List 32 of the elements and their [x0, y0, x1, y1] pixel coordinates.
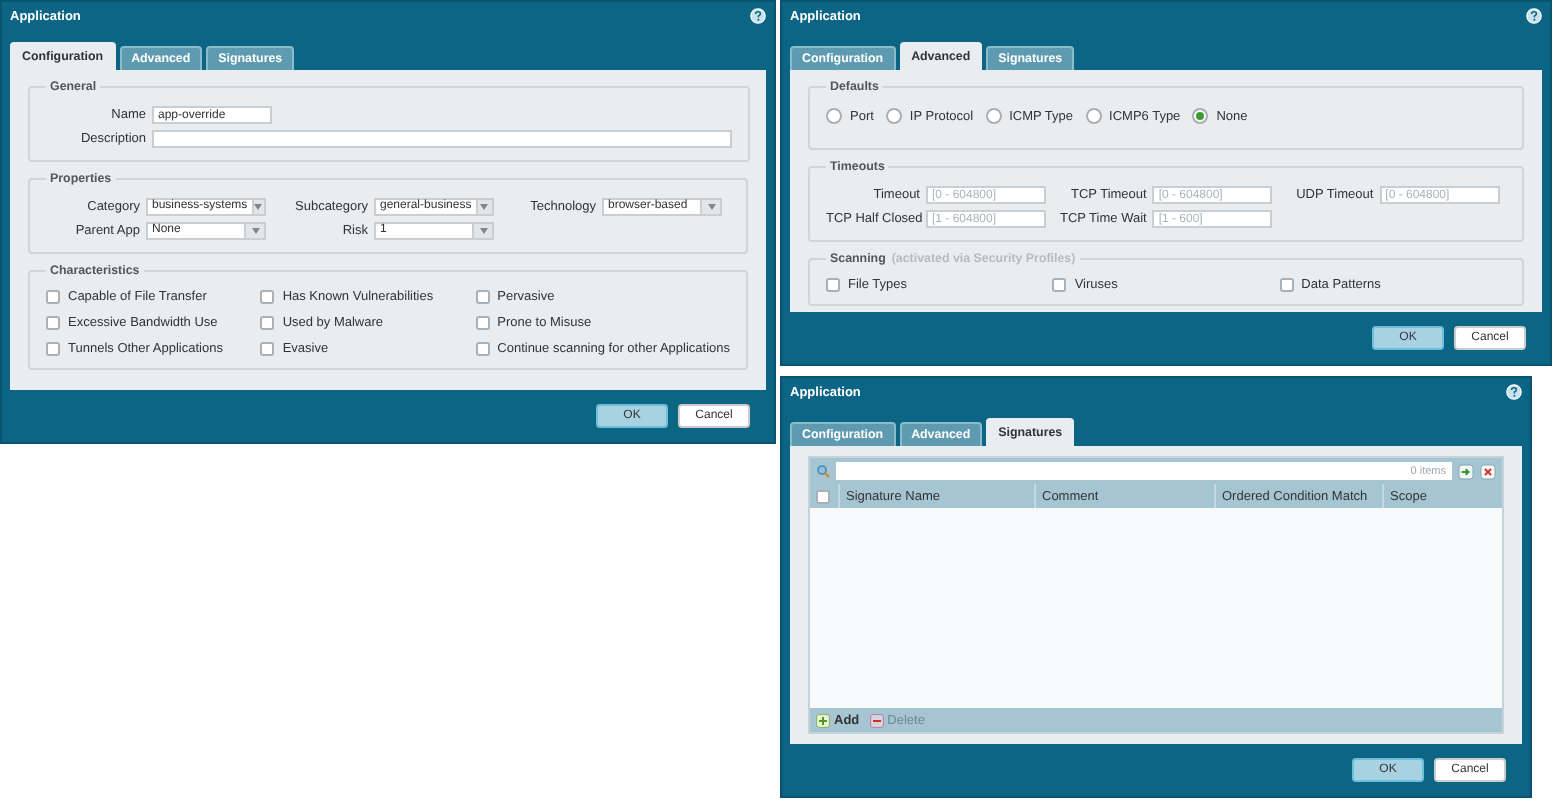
radio-button[interactable] — [826, 108, 842, 124]
clear-filter-icon[interactable] — [1480, 463, 1496, 479]
plus-icon — [816, 713, 830, 727]
checkbox[interactable] — [475, 290, 490, 304]
checkbox[interactable] — [260, 290, 275, 304]
apply-filter-icon[interactable] — [1458, 463, 1474, 479]
caret-icon — [251, 228, 259, 234]
checkbox[interactable] — [46, 316, 60, 330]
checkbox[interactable] — [46, 342, 60, 356]
search-icon — [816, 464, 830, 478]
help-icon[interactable] — [1526, 8, 1542, 24]
input-field[interactable] — [152, 130, 732, 148]
radio-button[interactable] — [885, 108, 902, 124]
checkbox[interactable] — [260, 342, 275, 356]
checkbox[interactable] — [475, 342, 490, 356]
radio-button[interactable] — [985, 108, 1002, 124]
caret-icon — [480, 204, 489, 210]
checkbox[interactable] — [826, 278, 840, 292]
checkbox[interactable] — [260, 316, 275, 330]
caret-icon — [254, 204, 263, 210]
radio-button[interactable] — [1085, 108, 1102, 124]
checkbox[interactable] — [816, 489, 830, 503]
radio-button[interactable] — [1192, 108, 1209, 124]
caret-icon — [479, 228, 487, 234]
help-icon[interactable] — [1506, 384, 1522, 400]
checkbox[interactable] — [46, 290, 60, 304]
checkbox[interactable] — [1052, 278, 1067, 292]
checkbox[interactable] — [1279, 278, 1294, 292]
minus-icon — [869, 713, 884, 727]
help-icon[interactable] — [750, 8, 766, 24]
checkbox[interactable] — [475, 316, 490, 330]
caret-icon — [707, 204, 715, 210]
